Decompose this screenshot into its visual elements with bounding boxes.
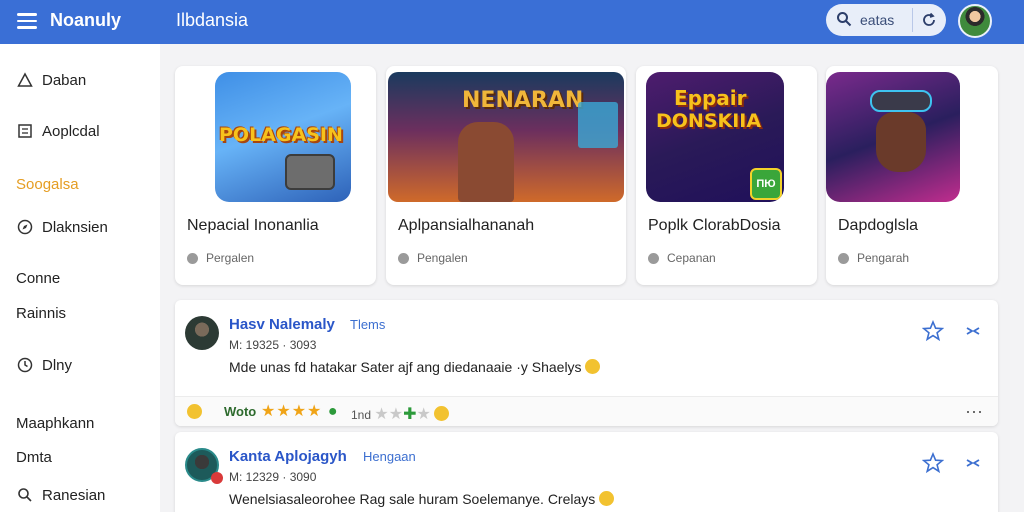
card-title: Nepacial Inonanlia — [187, 217, 319, 234]
game-logo-line2: DONSKIIA — [656, 110, 762, 132]
sidebar-item-maaphkann[interactable]: Maaphkann — [16, 412, 94, 434]
sidebar-item-dlny[interactable]: Dlny — [16, 354, 72, 376]
search-divider — [912, 8, 913, 32]
post-meta: M: 12329 · 3090 — [229, 470, 317, 484]
search-icon — [16, 486, 34, 504]
sidebar-item-soogalsa[interactable]: Soogalsa — [16, 173, 79, 195]
status-dot-icon — [187, 252, 198, 264]
status-dot-icon — [838, 252, 849, 264]
game-thumbnail: Eppair DONSKIIA ПЮ — [646, 72, 784, 202]
sidebar-item-label: Soogalsa — [16, 175, 79, 193]
sidebar-item-label: Ranesian — [42, 486, 106, 504]
app-title: Noanuly — [50, 10, 122, 30]
sidebar-item-rainnis[interactable]: Rainnis — [16, 302, 66, 324]
share-icon[interactable] — [965, 324, 981, 338]
sidebar: Daban Aoplcdal Soogalsa Dlaknsien Conne … — [0, 44, 160, 512]
game-card[interactable]: NENARAN Aplpansialhananah Pengalen — [386, 66, 626, 285]
compass-icon — [16, 218, 34, 236]
sidebar-item-dlaknsien[interactable]: Dlaknsien — [16, 216, 108, 238]
alert-triangle-icon — [16, 71, 34, 89]
card-title: Aplpansialhananah — [398, 217, 535, 234]
visor-graphic — [870, 90, 932, 112]
hero-graphic — [458, 122, 514, 202]
card-subtitle: Pengalen — [398, 251, 468, 265]
post-meta: M: 19325 · 3093 — [229, 338, 317, 352]
share-icon[interactable] — [965, 456, 981, 470]
search-text: eatas — [860, 12, 895, 28]
post-author[interactable]: Hasv Nalemaly — [229, 316, 335, 333]
sidebar-item-conne[interactable]: Conne — [16, 267, 60, 289]
user-avatar[interactable] — [958, 4, 992, 38]
status-dot-icon — [398, 252, 409, 264]
status-dot-icon — [648, 252, 659, 264]
clock-icon — [16, 356, 34, 374]
game-badge: ПЮ — [750, 168, 782, 200]
sidebar-item-label: Aoplcdal — [42, 122, 100, 140]
post-text: Mde unas fd hatakar Sater ajf ang diedan… — [229, 359, 601, 375]
favorite-star-icon[interactable] — [922, 452, 944, 474]
hamburger-menu-icon[interactable] — [14, 9, 40, 35]
card-subtitle-text: Pengalen — [417, 251, 468, 265]
post-tag[interactable]: Hengaan — [363, 449, 416, 464]
sidebar-item-label: Maaphkann — [16, 414, 95, 432]
post-text: Wenelsiasaleorohee Rag sale huram Soelem… — [229, 491, 615, 507]
card-subtitle-text: Cepanan — [667, 251, 716, 265]
card-subtitle-text: Pergalen — [206, 251, 255, 265]
game-thumbnail — [826, 72, 960, 202]
post-footer: Woto ★★★★ ● 1nd ★★✚★ ··· — [175, 396, 998, 426]
game-logo-text: POLAGASIN — [219, 124, 343, 146]
sidebar-item-label: Daban — [42, 71, 87, 89]
rating-count-text: 1nd — [351, 408, 372, 422]
search-icon — [837, 12, 852, 27]
emoji-icon — [599, 491, 615, 506]
game-logo-line1: Eppair — [674, 86, 747, 110]
star-rating[interactable]: ★★★★ ● — [261, 401, 339, 421]
sidebar-item-daban[interactable]: Daban — [16, 69, 86, 91]
favorite-star-icon[interactable] — [922, 320, 944, 342]
grid-square-icon — [16, 122, 34, 140]
search-bar[interactable]: eatas — [826, 4, 946, 36]
rating-count: 1nd ★★✚★ — [351, 404, 450, 424]
rating-label: Woto — [224, 404, 257, 419]
sidebar-item-aoplcdal[interactable]: Aoplcdal — [16, 120, 100, 142]
emoji-icon — [187, 404, 202, 419]
face-graphic — [876, 112, 926, 172]
game-card[interactable]: POLAGASIN Nepacial Inonanlia Pergalen — [175, 66, 376, 285]
section-title: Ilbdansia — [176, 10, 249, 30]
sidebar-item-label: Dmta — [16, 448, 52, 466]
game-card[interactable]: Eppair DONSKIIA ПЮ Poplk ClorabDosia Cep… — [636, 66, 817, 285]
sidebar-item-ranesian[interactable]: Ranesian — [16, 484, 105, 506]
post-card: Hasv Nalemaly Tlems M: 19325 · 3093 Mde … — [175, 300, 998, 426]
card-subtitle-text: Pengarah — [857, 251, 910, 265]
game-card[interactable]: Dapdoglsla Pengarah — [826, 66, 998, 285]
emoji-icon — [434, 406, 450, 421]
refresh-icon[interactable] — [920, 11, 938, 29]
sidebar-item-label: Rainnis — [16, 304, 67, 322]
sidebar-item-dmta[interactable]: Dmta — [16, 446, 52, 468]
post-text-body: Mde unas fd hatakar Sater ajf ang diedan… — [229, 359, 582, 375]
post-tag[interactable]: Tlems — [350, 317, 385, 332]
card-subtitle: Cepanan — [648, 251, 716, 265]
robot-graphic — [285, 154, 335, 190]
top-app-bar: Noanuly Ilbdansia eatas — [0, 0, 1024, 44]
post-text-body: Wenelsiasaleorohee Rag sale huram Soelem… — [229, 491, 596, 507]
sidebar-item-label: Dlny — [42, 356, 73, 374]
card-title: Dapdoglsla — [838, 217, 919, 234]
game-thumbnail: NENARAN — [388, 72, 624, 202]
avatar[interactable] — [185, 316, 219, 350]
more-options-icon[interactable]: ··· — [965, 401, 983, 422]
card-subtitle: Pengarah — [838, 251, 909, 265]
card-title: Poplk ClorabDosia — [648, 217, 781, 234]
sidebar-item-label: Dlaknsien — [42, 218, 108, 236]
sidebar-item-label: Conne — [16, 269, 61, 287]
card-subtitle: Pergalen — [187, 251, 254, 265]
post-author[interactable]: Kanta Aplojagyh — [229, 448, 347, 465]
screen-graphic — [578, 102, 618, 148]
post-card: Kanta Aplojagyh Hengaan M: 12329 · 3090 … — [175, 432, 998, 512]
notification-badge — [211, 472, 223, 484]
game-logo-text: NENARAN — [462, 88, 584, 113]
game-thumbnail: POLAGASIN — [215, 72, 351, 202]
emoji-icon — [585, 359, 601, 374]
